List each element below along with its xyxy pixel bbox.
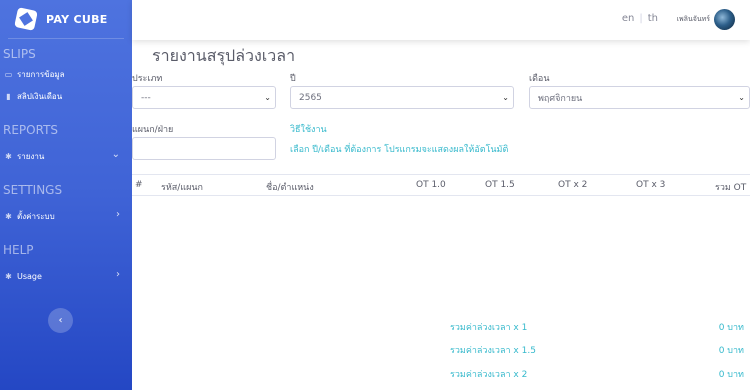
sidebar-heading-slips: SLIPS xyxy=(3,47,36,61)
lang-divider: | xyxy=(639,13,643,24)
summary-value-ot-1: 0 บาท xyxy=(718,323,744,333)
year-label: ปี xyxy=(290,74,296,84)
sidebar-item-label: สลิปเงินเดือน xyxy=(17,91,63,101)
type-label: ประเภท xyxy=(132,74,163,84)
topbar: en | th เพลินจันทร์ xyxy=(132,0,750,40)
sidebar-item-reports[interactable]: ✱ รายงาน ⌄ xyxy=(0,145,132,167)
avatar[interactable] xyxy=(714,9,735,30)
chevron-down-icon: ⌄ xyxy=(111,149,120,160)
sidebar-item-label: รายการข้อมูล xyxy=(17,69,65,79)
month-select[interactable]: พฤศจิกายน ⌄ xyxy=(529,86,750,109)
col-header-ot-total: รวม OT xyxy=(715,183,747,193)
col-header-index: # xyxy=(135,180,143,190)
user-name[interactable]: เพลินจันทร์ xyxy=(677,14,710,25)
lang-en-link[interactable]: en xyxy=(622,13,635,24)
usage-guide-link[interactable]: วิธีใช้งาน xyxy=(290,122,327,136)
year-select[interactable]: 2565 ⌄ xyxy=(290,86,514,109)
month-select-value: พฤศจิกายน xyxy=(538,93,583,104)
page-title: รายงานสรุปล่วงเวลา xyxy=(152,46,296,65)
month-label: เดือน xyxy=(529,74,550,84)
sidebar-divider xyxy=(8,38,124,39)
department-input[interactable] xyxy=(132,137,276,160)
col-header-ot-1: OT 1.0 xyxy=(416,180,446,190)
main-content: รายงานสรุปล่วงเวลา ประเภท --- ⌄ ปี 2565 … xyxy=(132,40,750,390)
sidebar: PAY CUBE SLIPS ▭ รายการข้อมูล ▮ สลิปเงิน… xyxy=(0,0,132,390)
sidebar-heading-reports: REPORTS xyxy=(3,123,59,137)
chevron-down-icon: ⌄ xyxy=(738,93,745,102)
summary-label-ot-2: รวมค่าล่วงเวลา x 2 xyxy=(450,370,528,380)
brand-name: PAY CUBE xyxy=(46,12,108,26)
sidebar-heading-settings: SETTINGS xyxy=(3,183,63,197)
sidebar-item-salary-slip[interactable]: ▮ สลิปเงินเดือน xyxy=(0,85,132,107)
sidebar-item-label: Usage xyxy=(17,271,42,281)
summary-value-ot-2: 0 บาท xyxy=(718,370,744,380)
sidebar-item-settings[interactable]: ✱ ตั้งค่าระบบ › xyxy=(0,205,132,227)
col-header-ot-1-5: OT 1.5 xyxy=(485,180,515,190)
gear-icon: ✱ xyxy=(5,211,12,221)
table-header: # รหัส/แผนก ชื่อ/ตำแหน่ง OT 1.0 OT 1.5 O… xyxy=(132,174,750,196)
sidebar-item-usage[interactable]: ✱ Usage › xyxy=(0,265,132,287)
lang-th-link[interactable]: th xyxy=(648,13,658,24)
type-select[interactable]: --- ⌄ xyxy=(132,86,276,109)
sidebar-item-label: ตั้งค่าระบบ xyxy=(17,211,55,221)
chevron-down-icon: ⌄ xyxy=(502,93,509,102)
col-header-code: รหัส/แผนก xyxy=(161,183,203,193)
brand[interactable]: PAY CUBE xyxy=(0,0,132,38)
year-select-value: 2565 xyxy=(299,92,322,103)
col-header-name: ชื่อ/ตำแหน่ง xyxy=(266,183,314,193)
chevron-right-icon: › xyxy=(116,209,120,220)
sidebar-collapse-button[interactable]: ‹ xyxy=(48,308,73,333)
cube-logo-icon xyxy=(14,7,38,31)
language-switcher: en | th xyxy=(622,13,658,24)
col-header-ot-3: OT x 3 xyxy=(636,180,666,190)
summary-label-ot-1: รวมค่าล่วงเวลา x 1 xyxy=(450,323,528,333)
department-label: แผนก/ฝ่าย xyxy=(132,125,174,135)
table-icon: ▭ xyxy=(4,69,13,79)
type-select-value: --- xyxy=(141,92,151,103)
chevron-down-icon: ⌄ xyxy=(264,93,271,102)
summary-value-ot-1-5: 0 บาท xyxy=(718,346,744,356)
sidebar-heading-help: HELP xyxy=(3,243,34,257)
col-header-ot-2: OT x 2 xyxy=(558,180,588,190)
gear-icon: ✱ xyxy=(5,151,12,161)
sidebar-item-label: รายงาน xyxy=(17,151,45,161)
file-icon: ▮ xyxy=(6,91,11,101)
sidebar-item-data-list[interactable]: ▭ รายการข้อมูล xyxy=(0,63,132,85)
chevron-left-icon: ‹ xyxy=(58,315,63,326)
chevron-right-icon: › xyxy=(116,269,120,280)
usage-hint: เลือก ปี/เดือน ที่ต้องการ โปรแกรมจะแสดงผ… xyxy=(290,145,509,155)
gear-icon: ✱ xyxy=(5,271,12,281)
summary-label-ot-1-5: รวมค่าล่วงเวลา x 1.5 xyxy=(450,346,536,356)
